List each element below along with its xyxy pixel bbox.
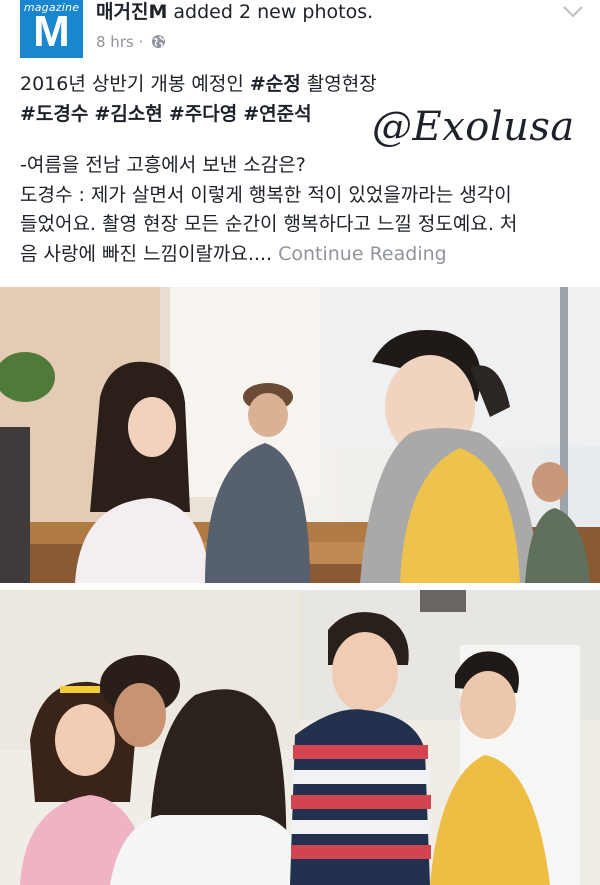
post-text: 음 사랑에 빠진 느낌이랄까요.... <box>20 242 273 265</box>
post-photo-1[interactable] <box>0 287 600 583</box>
post-line-1: 2016년 상반기 개봉 예정인 #순정 촬영현장 <box>20 70 590 100</box>
chevron-down-icon[interactable] <box>562 4 584 23</box>
hashtag-link[interactable]: #김소현 <box>94 103 162 125</box>
post-action-text: added 2 new photos. <box>173 1 374 23</box>
watermark-text: @Exolusa <box>372 104 575 150</box>
header-line: 매거진M added 2 new photos. <box>96 0 373 24</box>
page-name-link[interactable]: 매거진M <box>96 1 167 23</box>
globe-icon[interactable] <box>151 34 166 53</box>
post-timestamp[interactable]: 8 hrs <box>96 33 134 51</box>
page-avatar[interactable]: magazine M <box>20 0 83 58</box>
logo-big-text: M <box>33 7 70 56</box>
meta-separator: · <box>138 33 144 51</box>
post-header: magazine M 매거진M added 2 new photos. 8 hr… <box>0 0 600 62</box>
continue-reading-link[interactable]: Continue Reading <box>278 243 447 265</box>
post-photo-2[interactable] <box>0 590 600 885</box>
hashtag-link[interactable]: #도경수 <box>20 103 88 125</box>
hashtag-link[interactable]: #순정 <box>250 73 301 95</box>
hashtag-link[interactable]: #연준석 <box>243 103 311 125</box>
post-body: 2016년 상반기 개봉 예정인 #순정 촬영현장 #도경수 #김소현 #주다영… <box>20 70 590 269</box>
post-meta: 8 hrs · <box>96 33 166 53</box>
post-answer-line-3: 음 사랑에 빠진 느낌이랄까요.... Continue Reading <box>20 240 590 270</box>
post-answer-line-2: 들었어요. 촬영 현장 모든 순간이 행복하다고 느낄 정도예요. 처 <box>20 213 518 235</box>
post-text: 촬영현장 <box>300 73 377 95</box>
post-question: -여름을 전남 고흥에서 보낸 소감은? <box>20 154 306 176</box>
post-answer-line-1: 도경수 : 제가 살면서 이렇게 행복한 적이 있었을까라는 생각이 <box>20 183 512 206</box>
hashtag-link[interactable]: #주다영 <box>169 103 237 125</box>
post-text: 2016년 상반기 개봉 예정인 <box>20 73 250 95</box>
